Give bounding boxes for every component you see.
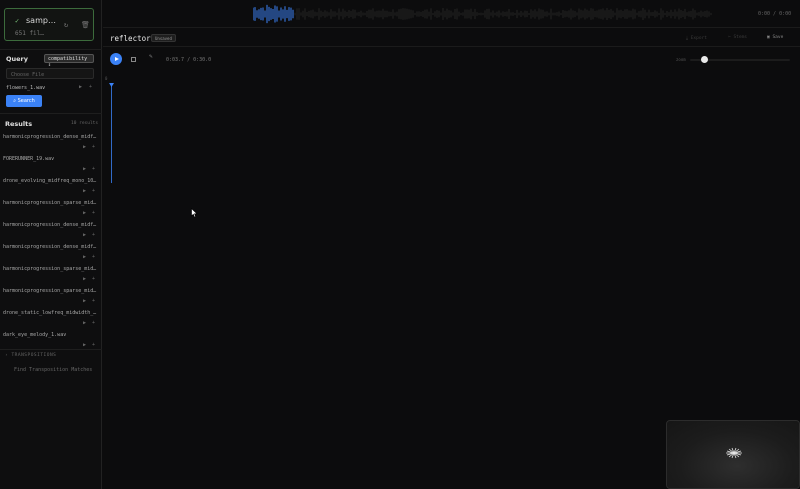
unsaved-badge: Unsaved bbox=[151, 34, 176, 42]
find-transpositions-button[interactable]: Find Transposition Matches bbox=[14, 367, 92, 373]
plus-icon[interactable]: + bbox=[92, 342, 95, 348]
pencil-icon[interactable]: ✎ bbox=[149, 53, 153, 60]
zoom-slider-handle[interactable] bbox=[701, 56, 708, 63]
divider bbox=[0, 349, 102, 350]
check-icon: ✓ bbox=[15, 17, 20, 25]
result-item[interactable]: harmonicprogression_sparse_mid… ▶ + bbox=[0, 200, 102, 222]
export-button[interactable]: ⤓ Export bbox=[686, 35, 707, 41]
overview-waveform[interactable] bbox=[253, 4, 713, 24]
stems-button[interactable]: ✂ Stems bbox=[728, 35, 747, 40]
transpositions-toggle[interactable]: › TRANSPOSITIONS bbox=[5, 353, 56, 358]
plus-icon[interactable]: + bbox=[92, 144, 95, 150]
sample-library-name: samp… bbox=[26, 16, 56, 25]
result-item[interactable]: harmonicprogression_sparse_mid… ▶ + bbox=[0, 266, 102, 288]
visualizer-preview[interactable] bbox=[666, 420, 800, 489]
scissors-icon: ✂ bbox=[728, 35, 731, 40]
playhead-time: 0:03.7 / 0:30.0 bbox=[166, 57, 212, 63]
result-name: dark_eye_melody_1.wav bbox=[3, 332, 67, 338]
result-name: drone_static_lowfreq_midwidth_… bbox=[3, 310, 97, 316]
play-icon[interactable]: ▶ bbox=[83, 232, 86, 238]
sample-library-card[interactable]: ✓ samp… 651 fil… ↻ 🗑 bbox=[4, 8, 94, 41]
result-name: harmonicprogression_sparse_mid… bbox=[3, 266, 97, 272]
trash-icon[interactable]: 🗑 bbox=[81, 21, 90, 29]
play-icon[interactable]: ▶ bbox=[83, 144, 86, 150]
result-name: harmonicprogression_sparse_mid… bbox=[3, 200, 97, 206]
results-count: 10 results bbox=[71, 121, 99, 126]
left-sidebar: ✓ samp… 651 fil… ↻ 🗑 Query compatibility… bbox=[0, 0, 102, 489]
results-heading: Results bbox=[5, 120, 33, 128]
query-mode-select[interactable]: compatibility ⇕ bbox=[44, 54, 94, 68]
overview-time: 0:00 / 0:00 bbox=[758, 11, 792, 17]
divider bbox=[0, 49, 102, 50]
download-icon: ⤓ bbox=[686, 36, 688, 41]
result-item[interactable]: harmonicprogression_sparse_mid… ▶ + bbox=[0, 288, 102, 310]
result-item[interactable]: harmonicprogression_dense_midf… ▶ + bbox=[0, 244, 102, 266]
choose-file-input[interactable]: Choose File bbox=[6, 68, 94, 79]
play-icon[interactable]: ▶ bbox=[83, 342, 86, 348]
playhead-line[interactable] bbox=[111, 85, 112, 183]
visualizer-icon bbox=[726, 447, 742, 459]
result-item[interactable]: drone_static_lowfreq_midwidth_… ▶ + bbox=[0, 310, 102, 332]
result-item[interactable]: harmonicprogression_dense_midf… ▶ + bbox=[0, 222, 102, 244]
stems-label: Stems bbox=[733, 35, 747, 40]
search-button-label: Search bbox=[17, 98, 35, 104]
mouse-cursor-icon bbox=[191, 208, 198, 218]
play-icon[interactable]: ▶ bbox=[83, 298, 86, 304]
refresh-icon[interactable]: ↻ bbox=[64, 21, 68, 29]
chevron-right-icon: › bbox=[5, 353, 9, 358]
plus-icon[interactable]: + bbox=[92, 188, 95, 194]
result-name: FORERUNNER_19.wav bbox=[3, 156, 55, 162]
export-label: Export bbox=[690, 36, 707, 41]
result-item[interactable]: harmonicprogression_dense_midf… ▶ + bbox=[0, 134, 102, 156]
plus-icon[interactable]: + bbox=[92, 232, 95, 238]
overview-bar: 0:00 / 0:00 bbox=[103, 0, 800, 28]
zoom-label: zoom bbox=[676, 57, 686, 62]
play-icon[interactable]: ▶ bbox=[83, 166, 86, 172]
result-name: harmonicprogression_sparse_mid… bbox=[3, 288, 97, 294]
sample-file-count: 651 fil… bbox=[15, 30, 44, 37]
divider bbox=[0, 113, 102, 114]
plus-icon[interactable]: + bbox=[92, 298, 95, 304]
result-item[interactable]: FORERUNNER_19.wav ▶ + bbox=[0, 156, 102, 178]
plus-icon[interactable]: + bbox=[92, 320, 95, 326]
play-button[interactable] bbox=[110, 53, 122, 65]
result-name: harmonicprogression_dense_midf… bbox=[3, 244, 97, 250]
result-item[interactable]: drone_evolving_midfreq_mono_10… ▶ + bbox=[0, 178, 102, 200]
search-icon: ⌕ bbox=[13, 98, 17, 104]
save-label: Save bbox=[772, 35, 784, 40]
plus-icon[interactable]: + bbox=[92, 254, 95, 260]
plus-icon[interactable]: + bbox=[92, 166, 95, 172]
save-button[interactable]: ▣ Save bbox=[767, 35, 783, 40]
project-title: reflector bbox=[110, 34, 151, 43]
result-name: drone_evolving_midfreq_mono_10… bbox=[3, 178, 97, 184]
divider bbox=[103, 46, 800, 47]
timeline-marker: 0 bbox=[105, 76, 108, 81]
play-icon[interactable]: ▶ bbox=[83, 254, 86, 260]
query-file-name: flowers_1.wav bbox=[6, 85, 46, 91]
result-item[interactable]: dark_eye_melody_1.wav ▶ + bbox=[0, 332, 102, 354]
stop-button[interactable] bbox=[131, 57, 136, 62]
play-icon[interactable]: ▶ bbox=[83, 320, 86, 326]
transpositions-heading: TRANSPOSITIONS bbox=[11, 353, 57, 358]
save-icon: ▣ bbox=[767, 35, 770, 40]
plus-icon[interactable]: + bbox=[89, 84, 92, 90]
result-name: harmonicprogression_dense_midf… bbox=[3, 222, 97, 228]
play-icon[interactable]: ▶ bbox=[83, 210, 86, 216]
play-icon[interactable]: ▶ bbox=[83, 276, 86, 282]
plus-icon[interactable]: + bbox=[92, 276, 95, 282]
play-icon[interactable]: ▶ bbox=[79, 84, 82, 90]
result-name: harmonicprogression_dense_midf… bbox=[3, 134, 97, 140]
search-button[interactable]: ⌕ Search bbox=[6, 95, 42, 107]
query-heading: Query bbox=[6, 55, 29, 63]
plus-icon[interactable]: + bbox=[92, 210, 95, 216]
play-icon[interactable]: ▶ bbox=[83, 188, 86, 194]
query-mode-value: compatibility bbox=[48, 56, 88, 62]
